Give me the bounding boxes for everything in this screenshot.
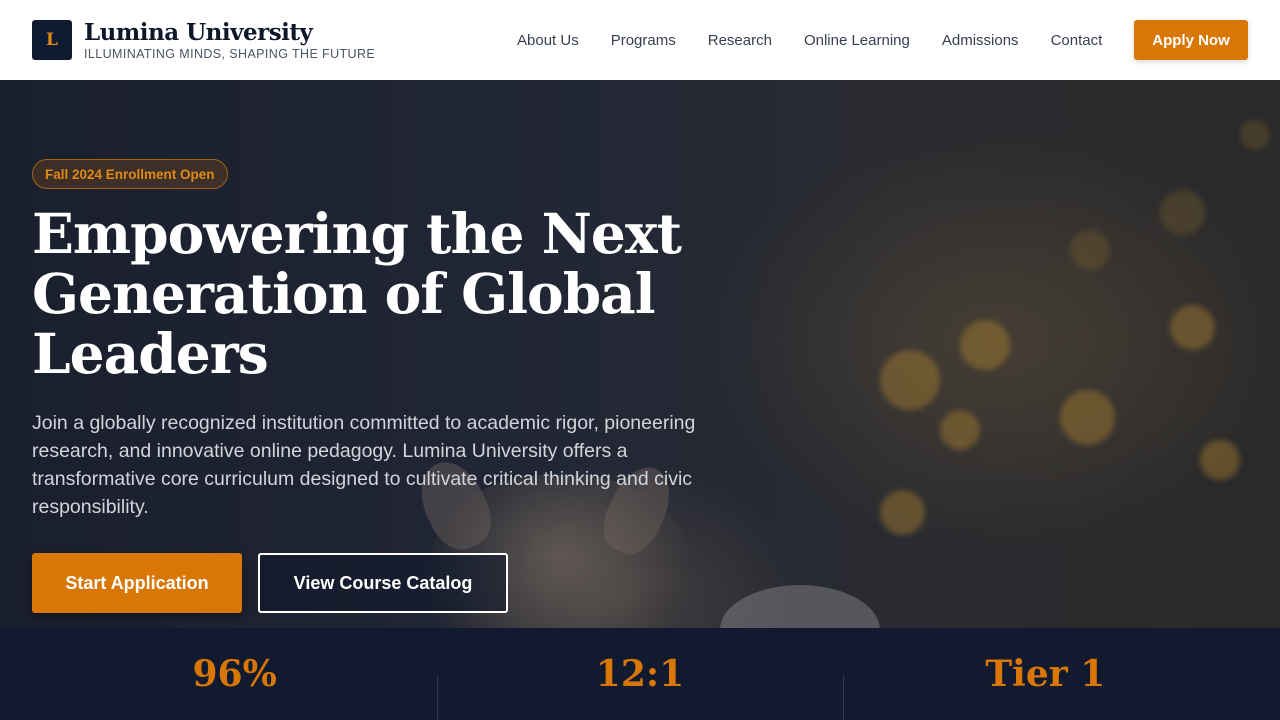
apply-now-button[interactable]: Apply Now (1134, 20, 1248, 60)
hero-title: Empowering the Next Generation of Global… (32, 204, 752, 384)
nav-link-contact[interactable]: Contact (1051, 32, 1103, 49)
stat-item: Tier 1 (842, 628, 1248, 720)
stat-value: Tier 1 (985, 653, 1106, 695)
nav-link-about-us[interactable]: About Us (517, 32, 579, 49)
nav-link-research[interactable]: Research (708, 32, 772, 49)
site-header: L Lumina University ILLUMINATING MINDS, … (0, 0, 1280, 80)
brand-name: Lumina University (84, 18, 313, 46)
brand[interactable]: Lumina University ILLUMINATING MINDS, SH… (84, 18, 376, 61)
hero-title-line: Leaders (32, 321, 269, 386)
stat-item: 96% (32, 628, 437, 720)
stats-bar: 96% 12:1 Tier 1 (0, 628, 1280, 720)
hero-section: Fall 2024 Enrollment Open Empowering the… (0, 80, 1280, 628)
logo-icon[interactable]: L (32, 20, 72, 60)
nav-link-online-learning[interactable]: Online Learning (804, 32, 910, 49)
view-course-catalog-button[interactable]: View Course Catalog (258, 553, 508, 613)
stat-value: 12:1 (595, 653, 685, 695)
hero-description: Join a globally recognized institution c… (32, 412, 696, 518)
nav-link-admissions[interactable]: Admissions (942, 32, 1019, 49)
enrollment-badge: Fall 2024 Enrollment Open (32, 159, 228, 189)
stat-value: 96% (192, 653, 277, 695)
nav-link-programs[interactable]: Programs (611, 32, 676, 49)
brand-tagline: ILLUMINATING MINDS, SHAPING THE FUTURE (84, 46, 376, 61)
start-application-button[interactable]: Start Application (32, 553, 242, 613)
hero-title-line: Generation of Global (32, 261, 656, 326)
hero-title-line: Empowering the Next (32, 201, 682, 266)
stat-item: 12:1 (437, 628, 842, 720)
main-nav: About Us Programs Research Online Learni… (517, 0, 1102, 80)
